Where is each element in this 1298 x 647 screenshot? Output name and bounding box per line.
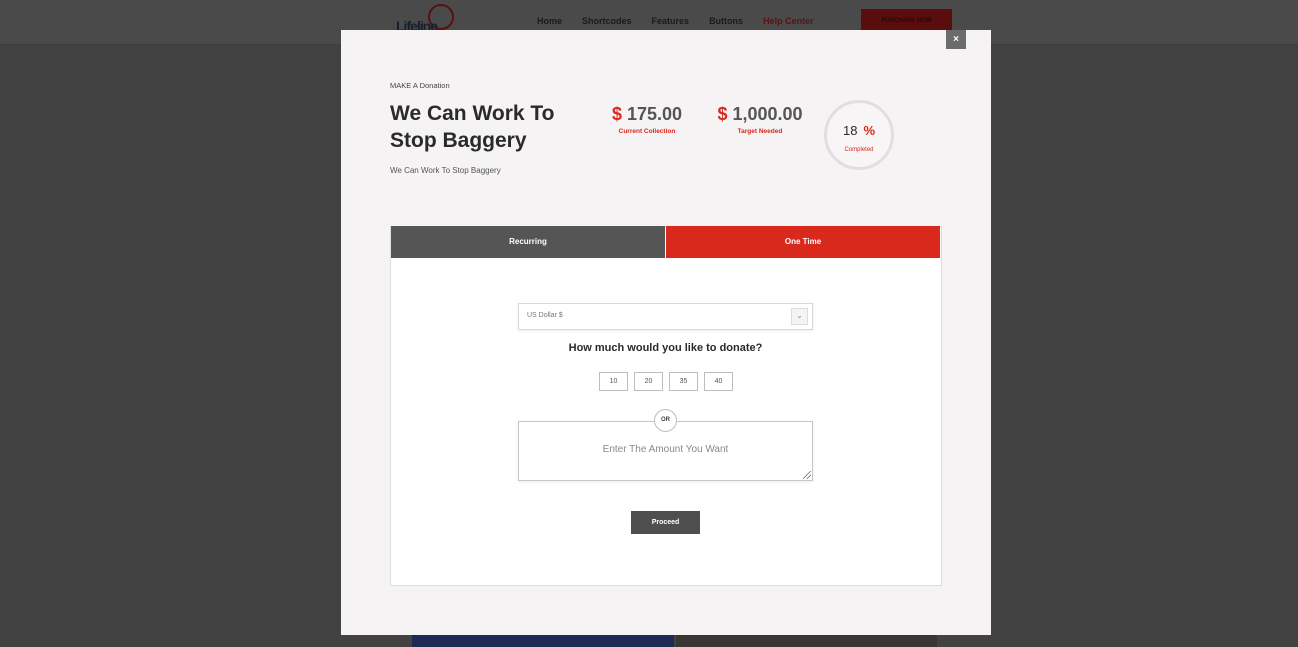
current-label: Current Collection <box>618 128 676 135</box>
or-divider: OR <box>654 409 677 432</box>
current-collection: $ 175.00 Current Collection <box>608 104 686 135</box>
proceed-button[interactable]: Proceed <box>631 511 700 534</box>
preset-amount-button[interactable]: 40 <box>704 372 733 391</box>
current-currency: $ <box>611 104 622 124</box>
nav-item-buttons[interactable]: Buttons <box>709 16 743 26</box>
tab-recurring[interactable]: Recurring <box>391 226 665 258</box>
progress-circle: 18% Completed <box>824 100 894 170</box>
target-currency: $ <box>717 104 728 124</box>
progress-value: 18 <box>842 123 858 138</box>
currency-select-value: US Dollar $ <box>527 312 563 319</box>
site-logo[interactable]: Lifeline <box>396 2 460 34</box>
nav-item-help-center[interactable]: Help Center <box>763 16 814 26</box>
tab-one-time[interactable]: One Time <box>666 226 940 258</box>
current-amount: 175.00 <box>626 104 683 124</box>
chevron-down-icon[interactable]: ⌄ <box>791 308 808 325</box>
background-banner-right <box>676 635 937 647</box>
close-button[interactable]: × <box>946 30 966 49</box>
progress-label: Completed <box>844 147 874 153</box>
background-banner-left <box>412 635 674 647</box>
preset-amount-button[interactable]: 20 <box>634 372 663 391</box>
resize-handle-icon[interactable] <box>803 471 811 479</box>
preset-amount-button[interactable]: 10 <box>599 372 628 391</box>
nav-item-shortcodes[interactable]: Shortcodes <box>582 16 632 26</box>
currency-select[interactable]: US Dollar $ ⌄ <box>518 303 813 330</box>
target-amount: 1,000.00 <box>732 104 803 124</box>
target-needed: $ 1,000.00 Target Needed <box>714 104 806 135</box>
target-label: Target Needed <box>737 128 783 135</box>
donate-question: How much would you like to donate? <box>568 342 763 354</box>
preset-amounts: 10 20 35 40 <box>599 372 739 391</box>
preset-amount-button[interactable]: 35 <box>669 372 698 391</box>
purchase-button[interactable]: PURCHASE NOW <box>861 9 952 32</box>
nav-item-home[interactable]: Home <box>537 16 562 26</box>
nav-item-features[interactable]: Features <box>652 16 690 26</box>
cause-subtitle: We Can Work To Stop Baggery <box>390 166 501 175</box>
custom-amount-placeholder: Enter The Amount You Want <box>602 444 729 455</box>
main-nav: Home Shortcodes Features Buttons Help Ce… <box>537 16 834 26</box>
progress-symbol: % <box>863 123 876 138</box>
cause-title: We Can Work To Stop Baggery <box>390 102 555 152</box>
modal-eyebrow: MAKE A Donation <box>390 81 450 90</box>
